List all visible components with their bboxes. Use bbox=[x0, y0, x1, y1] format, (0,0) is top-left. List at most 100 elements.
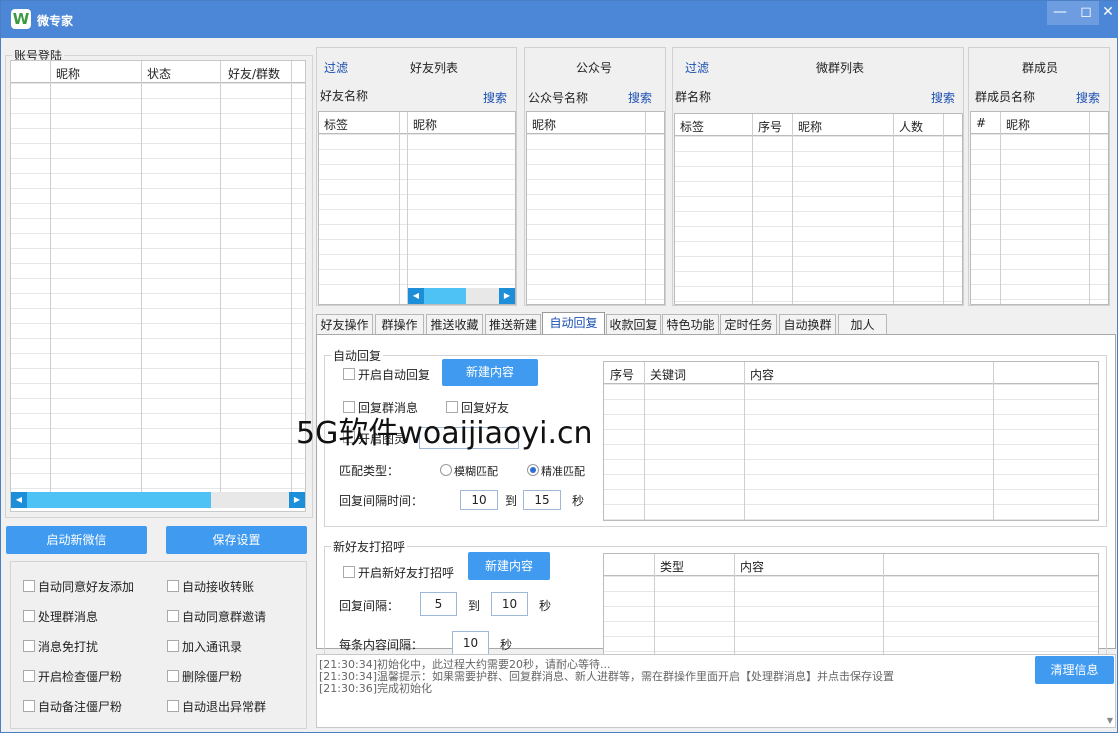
greeting-interval-from-input[interactable]: 5 bbox=[420, 592, 457, 616]
friends-table[interactable]: 标签 昵称 ◀ ▶ bbox=[318, 111, 516, 305]
friends-filter-link[interactable]: 过滤 bbox=[324, 59, 348, 76]
auto-reply-legend: 自动回复 bbox=[333, 349, 382, 363]
option-label: 自动备注僵尸粉 bbox=[38, 700, 123, 714]
option-checkbox[interactable] bbox=[23, 670, 35, 682]
tab-scheduled[interactable]: 定时任务 bbox=[720, 314, 777, 335]
members-table[interactable]: # 昵称 bbox=[970, 111, 1109, 305]
enable-greeting-checkbox[interactable] bbox=[343, 566, 355, 578]
greeting-new-content-button[interactable]: 新建内容 bbox=[468, 552, 550, 580]
each-interval-unit: 秒 bbox=[500, 638, 513, 652]
public-name-label: 公众号名称 bbox=[528, 91, 589, 105]
account-hscroll[interactable]: ◀ ▶ bbox=[11, 492, 305, 508]
option-label: 加入通讯录 bbox=[182, 640, 243, 654]
clear-log-button[interactable]: 清理信息 bbox=[1035, 656, 1114, 684]
friends-col-nick[interactable]: 昵称 bbox=[413, 116, 437, 133]
enable-greeting-label: 开启新好友打招呼 bbox=[358, 566, 455, 580]
members-search-button[interactable]: 搜索 bbox=[1076, 89, 1100, 106]
tab-page: 自动回复 开启自动回复 新建内容 回复群消息 回复好友 开启图灵 匹配类型： 模… bbox=[316, 334, 1116, 658]
option-label: 自动退出异常群 bbox=[182, 700, 267, 714]
keyword-col-content[interactable]: 内容 bbox=[750, 366, 774, 383]
scroll-right-icon[interactable]: ▶ bbox=[499, 288, 515, 304]
tab-push-fav[interactable]: 推送收藏 bbox=[426, 314, 483, 335]
keyword-col-keyword[interactable]: 关键词 bbox=[650, 366, 686, 383]
greeting-table[interactable]: 类型 内容 bbox=[603, 553, 1099, 658]
close-button[interactable]: ✕ bbox=[1095, 1, 1118, 25]
account-col-count[interactable]: 好友/群数 bbox=[228, 65, 280, 82]
account-col-nick[interactable]: 昵称 bbox=[56, 65, 80, 82]
friends-panel: 过滤 好友列表 好友名称 搜索 标签 昵称 ◀ ▶ bbox=[316, 47, 517, 306]
friends-search-button[interactable]: 搜索 bbox=[483, 89, 507, 106]
log-line: [21:30:36]完成初始化 bbox=[319, 682, 432, 695]
reply-interval-unit: 秒 bbox=[572, 494, 585, 508]
option-label: 处理群消息 bbox=[38, 610, 99, 624]
greeting-col-type[interactable]: 类型 bbox=[660, 558, 684, 575]
groups-filter-link[interactable]: 过滤 bbox=[685, 59, 709, 76]
option-checkbox[interactable] bbox=[167, 640, 179, 652]
greeting-interval-to-label: 到 bbox=[468, 599, 481, 613]
reply-interval-from-input[interactable]: 10 bbox=[460, 490, 498, 510]
public-table[interactable]: 昵称 bbox=[526, 111, 665, 305]
start-wechat-button[interactable]: 启动新微信 bbox=[6, 526, 147, 554]
groups-col-count[interactable]: 人数 bbox=[899, 118, 923, 135]
tab-payment-reply[interactable]: 收款回复 bbox=[606, 314, 661, 335]
option-label: 自动同意群邀请 bbox=[182, 610, 267, 624]
members-col-hash[interactable]: # bbox=[976, 116, 986, 130]
exact-match-radio[interactable] bbox=[527, 464, 539, 476]
groups-table[interactable]: 标签 序号 昵称 人数 bbox=[674, 113, 963, 305]
scroll-left-icon[interactable]: ◀ bbox=[11, 492, 27, 508]
save-settings-button[interactable]: 保存设置 bbox=[166, 526, 307, 554]
tab-features[interactable]: 特色功能 bbox=[662, 314, 719, 335]
scroll-left-icon[interactable]: ◀ bbox=[408, 288, 424, 304]
tab-auto-switch-group[interactable]: 自动换群 bbox=[779, 314, 836, 335]
option-label: 自动同意好友添加 bbox=[38, 580, 135, 594]
public-col-nick[interactable]: 昵称 bbox=[532, 116, 556, 133]
greeting-col-content[interactable]: 内容 bbox=[740, 558, 764, 575]
tab-auto-reply[interactable]: 自动回复 bbox=[542, 312, 605, 335]
option-checkbox[interactable] bbox=[167, 700, 179, 712]
option-checkbox[interactable] bbox=[23, 610, 35, 622]
account-table[interactable]: 昵称 状态 好友/群数 ◀ ▶ bbox=[10, 60, 306, 512]
tab-add-people[interactable]: 加人 bbox=[838, 314, 887, 335]
option-checkbox[interactable] bbox=[167, 580, 179, 592]
app-title: 微专家 bbox=[37, 14, 74, 28]
option-checkbox[interactable] bbox=[167, 670, 179, 682]
groups-col-tag[interactable]: 标签 bbox=[680, 118, 704, 135]
friends-name-label: 好友名称 bbox=[320, 89, 369, 103]
enable-auto-reply-label: 开启自动回复 bbox=[358, 368, 431, 382]
groups-col-nick[interactable]: 昵称 bbox=[798, 118, 822, 135]
option-checkbox[interactable] bbox=[23, 700, 35, 712]
auto-reply-new-content-button[interactable]: 新建内容 bbox=[442, 359, 538, 386]
reply-interval-to-label: 到 bbox=[505, 494, 518, 508]
tab-friend-ops[interactable]: 好友操作 bbox=[316, 314, 373, 335]
watermark-text: 5G软件woaijiaoyi.cn bbox=[296, 416, 593, 451]
scroll-thumb[interactable] bbox=[27, 492, 211, 508]
tab-push-new[interactable]: 推送新建 bbox=[485, 314, 541, 335]
fuzzy-match-radio[interactable] bbox=[440, 464, 452, 476]
option-checkbox[interactable] bbox=[23, 580, 35, 592]
each-interval-input[interactable]: 10 bbox=[452, 631, 489, 655]
groups-search-button[interactable]: 搜索 bbox=[931, 89, 955, 106]
exact-match-label: 精准匹配 bbox=[541, 465, 585, 478]
tab-group-ops[interactable]: 群操作 bbox=[375, 314, 424, 335]
scroll-right-icon[interactable]: ▶ bbox=[289, 492, 305, 508]
public-search-button[interactable]: 搜索 bbox=[628, 89, 652, 106]
keyword-table[interactable]: 序号 关键词 内容 bbox=[603, 361, 1099, 521]
friends-hscroll[interactable]: ◀ ▶ bbox=[408, 288, 515, 304]
members-col-nick[interactable]: 昵称 bbox=[1006, 116, 1030, 133]
enable-auto-reply-checkbox[interactable] bbox=[343, 368, 355, 380]
members-name-label: 群成员名称 bbox=[975, 90, 1036, 104]
greeting-legend: 新好友打招呼 bbox=[333, 540, 406, 554]
keyword-col-no[interactable]: 序号 bbox=[610, 366, 634, 383]
reply-interval-to-input[interactable]: 15 bbox=[523, 490, 561, 510]
account-col-status[interactable]: 状态 bbox=[147, 65, 171, 82]
option-checkbox[interactable] bbox=[167, 610, 179, 622]
log-panel[interactable]: [21:30:34]初始化中，此过程大约需要20秒，请耐心等待... [21:3… bbox=[316, 654, 1116, 728]
greeting-interval-to-input[interactable]: 10 bbox=[491, 592, 528, 616]
option-checkbox[interactable] bbox=[23, 640, 35, 652]
match-type-label: 匹配类型： bbox=[339, 464, 400, 478]
scroll-down-icon[interactable]: ▼ bbox=[1107, 716, 1113, 725]
option-label: 删除僵尸粉 bbox=[182, 670, 243, 684]
minimize-button[interactable]: — bbox=[1047, 1, 1073, 25]
groups-col-no[interactable]: 序号 bbox=[758, 118, 782, 135]
friends-col-tag[interactable]: 标签 bbox=[324, 116, 348, 133]
